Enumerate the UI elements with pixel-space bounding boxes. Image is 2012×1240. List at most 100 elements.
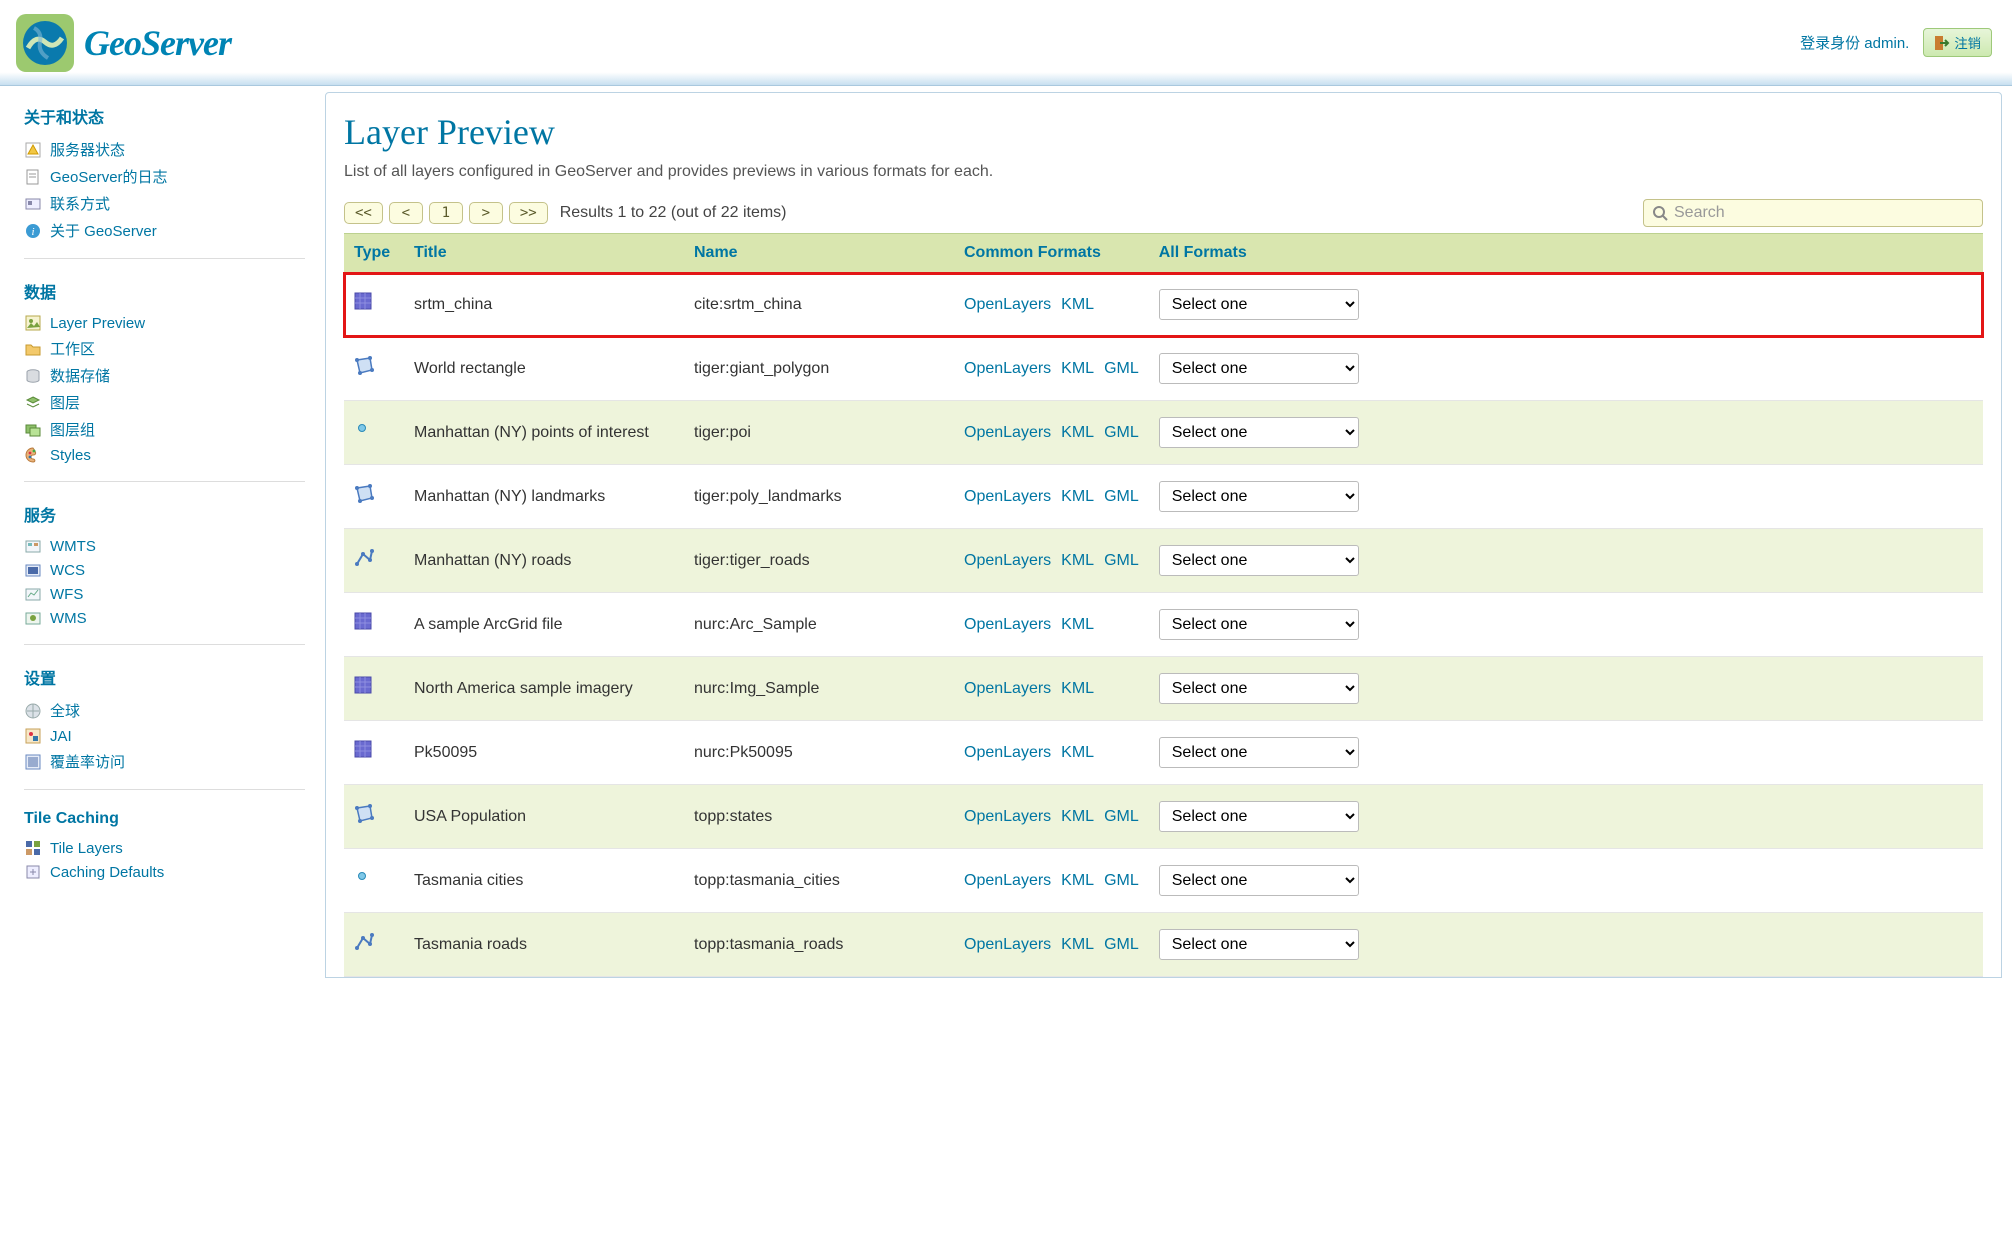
format-link-kml[interactable]: KML — [1061, 552, 1094, 570]
all-formats-select[interactable]: Select one — [1159, 417, 1359, 448]
brand-text: GeoServer — [84, 22, 231, 64]
brand[interactable]: GeoServer — [14, 12, 231, 74]
format-link-openlayers[interactable]: OpenLayers — [964, 296, 1051, 314]
sidebar-item[interactable]: JAI — [24, 724, 305, 748]
sidebar-item[interactable]: 数据存储 — [24, 362, 305, 389]
all-formats-select[interactable]: Select one — [1159, 865, 1359, 896]
page-next-button[interactable]: > — [469, 202, 503, 224]
format-link-gml[interactable]: GML — [1104, 808, 1139, 826]
format-link-kml[interactable]: KML — [1061, 424, 1094, 442]
sidebar-item[interactable]: 服务器状态 — [24, 136, 305, 163]
format-link-gml[interactable]: GML — [1104, 360, 1139, 378]
sidebar-item[interactable]: WMS — [24, 606, 305, 630]
format-link-gml[interactable]: GML — [1104, 552, 1139, 570]
sidebar-item[interactable]: 覆盖率访问 — [24, 748, 305, 775]
cell-title: Manhattan (NY) landmarks — [404, 465, 684, 529]
sidebar-item[interactable]: 联系方式 — [24, 190, 305, 217]
format-link-kml[interactable]: KML — [1061, 872, 1094, 890]
page-first-button[interactable]: << — [344, 202, 383, 224]
sidebar-item-label: WFS — [50, 586, 83, 603]
header: GeoServer 登录身份 admin. 注销 — [0, 0, 2012, 86]
sidebar-item[interactable]: Layer Preview — [24, 311, 305, 335]
cell-common-formats: OpenLayers KML GML — [954, 337, 1149, 401]
all-formats-select[interactable]: Select one — [1159, 737, 1359, 768]
col-type[interactable]: Type — [344, 234, 404, 273]
format-link-gml[interactable]: GML — [1104, 488, 1139, 506]
cell-name: topp:tasmania_roads — [684, 913, 954, 977]
sidebar-item-label: 服务器状态 — [50, 139, 125, 160]
format-link-kml[interactable]: KML — [1061, 808, 1094, 826]
format-link-gml[interactable]: GML — [1104, 936, 1139, 954]
search-box[interactable] — [1643, 199, 1983, 227]
sidebar-item[interactable]: i关于 GeoServer — [24, 217, 305, 244]
sidebar-item-label: JAI — [50, 728, 72, 745]
format-link-openlayers[interactable]: OpenLayers — [964, 936, 1051, 954]
cell-all-formats: Select one — [1149, 657, 1983, 721]
svc-wmts-icon — [24, 537, 42, 555]
sidebar-item[interactable]: WMTS — [24, 534, 305, 558]
sidebar-item[interactable]: Styles — [24, 443, 305, 467]
sidebar-item[interactable]: 图层 — [24, 389, 305, 416]
cell-all-formats: Select one — [1149, 849, 1983, 913]
format-link-openlayers[interactable]: OpenLayers — [964, 680, 1051, 698]
table-row: Tasmania roadstopp:tasmania_roads OpenLay… — [344, 913, 1983, 977]
sidebar-item[interactable]: 全球 — [24, 697, 305, 724]
format-link-kml[interactable]: KML — [1061, 616, 1094, 634]
format-link-kml[interactable]: KML — [1061, 488, 1094, 506]
format-link-kml[interactable]: KML — [1061, 296, 1094, 314]
format-link-openlayers[interactable]: OpenLayers — [964, 744, 1051, 762]
format-link-openlayers[interactable]: OpenLayers — [964, 872, 1051, 890]
format-link-openlayers[interactable]: OpenLayers — [964, 424, 1051, 442]
search-input[interactable] — [1674, 204, 1974, 222]
format-link-openlayers[interactable]: OpenLayers — [964, 552, 1051, 570]
cell-type — [344, 913, 404, 977]
sidebar-item[interactable]: Caching Defaults — [24, 860, 305, 884]
page-number-button[interactable]: 1 — [429, 202, 463, 224]
cell-type — [344, 849, 404, 913]
sidebar-item-label: 数据存储 — [50, 365, 110, 386]
all-formats-select[interactable]: Select one — [1159, 929, 1359, 960]
cell-name: tiger:giant_polygon — [684, 337, 954, 401]
type-point-icon — [354, 868, 374, 888]
sidebar-item-label: Layer Preview — [50, 315, 145, 332]
format-link-kml[interactable]: KML — [1061, 936, 1094, 954]
type-raster-icon — [354, 740, 374, 760]
format-link-kml[interactable]: KML — [1061, 744, 1094, 762]
format-link-openlayers[interactable]: OpenLayers — [964, 488, 1051, 506]
col-all[interactable]: All Formats — [1149, 234, 1983, 273]
all-formats-select[interactable]: Select one — [1159, 353, 1359, 384]
sidebar-item[interactable]: WFS — [24, 582, 305, 606]
format-link-openlayers[interactable]: OpenLayers — [964, 808, 1051, 826]
sidebar-section: Tile CachingTile LayersCaching Defaults — [24, 810, 305, 898]
cell-common-formats: OpenLayers KML — [954, 721, 1149, 785]
sidebar-item-label: Styles — [50, 447, 91, 464]
all-formats-select[interactable]: Select one — [1159, 609, 1359, 640]
cell-all-formats: Select one — [1149, 593, 1983, 657]
format-link-gml[interactable]: GML — [1104, 872, 1139, 890]
all-formats-select[interactable]: Select one — [1159, 801, 1359, 832]
all-formats-select[interactable]: Select one — [1159, 545, 1359, 576]
page-last-button[interactable]: >> — [509, 202, 548, 224]
sidebar-item[interactable]: GeoServer的日志 — [24, 163, 305, 190]
page-prev-button[interactable]: < — [389, 202, 423, 224]
format-link-kml[interactable]: KML — [1061, 680, 1094, 698]
all-formats-select[interactable]: Select one — [1159, 673, 1359, 704]
col-common[interactable]: Common Formats — [954, 234, 1149, 273]
sidebar-item-label: 联系方式 — [50, 193, 110, 214]
col-title[interactable]: Title — [404, 234, 684, 273]
format-link-kml[interactable]: KML — [1061, 360, 1094, 378]
sidebar-item-label: 覆盖率访问 — [50, 751, 125, 772]
format-link-openlayers[interactable]: OpenLayers — [964, 360, 1051, 378]
sidebar-item[interactable]: 工作区 — [24, 335, 305, 362]
sidebar-item[interactable]: Tile Layers — [24, 836, 305, 860]
format-link-gml[interactable]: GML — [1104, 424, 1139, 442]
cell-title: Tasmania roads — [404, 913, 684, 977]
sidebar-item[interactable]: WCS — [24, 558, 305, 582]
results-text: Results 1 to 22 (out of 22 items) — [560, 204, 787, 222]
format-link-openlayers[interactable]: OpenLayers — [964, 616, 1051, 634]
col-name[interactable]: Name — [684, 234, 954, 273]
all-formats-select[interactable]: Select one — [1159, 289, 1359, 320]
sidebar-item[interactable]: 图层组 — [24, 416, 305, 443]
logout-button[interactable]: 注销 — [1923, 28, 1992, 57]
all-formats-select[interactable]: Select one — [1159, 481, 1359, 512]
